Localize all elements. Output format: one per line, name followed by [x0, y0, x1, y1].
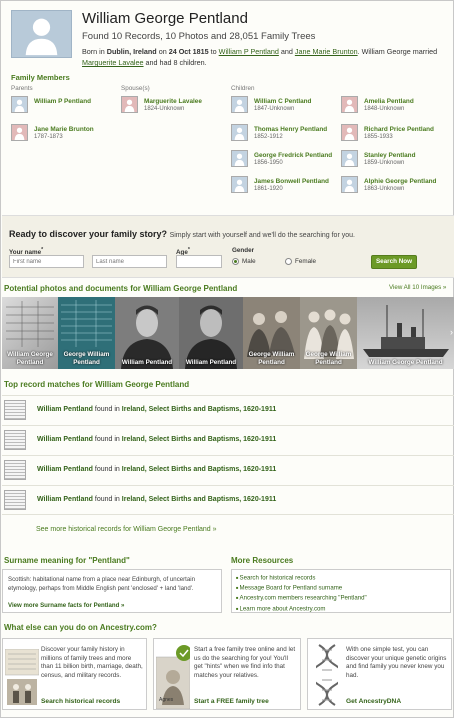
child-item[interactable]: William C Pentland 1847-Unknown [231, 96, 336, 116]
record-row[interactable]: William Pentland found in Ireland, Selec… [2, 395, 454, 425]
record-row[interactable]: William Pentland found in Ireland, Selec… [2, 425, 454, 455]
male-silhouette-icon [231, 96, 248, 113]
male-silhouette-icon [231, 176, 248, 193]
photo-thumbnail[interactable]: William Pentland [179, 297, 243, 369]
surname-meaning-text: Scottish: habitational name from a place… [8, 576, 195, 592]
photos-title: Potential photos and documents for Willi… [4, 284, 238, 293]
parents-header: Parents [11, 85, 33, 92]
get-ancestrydna-link[interactable]: Get AncestryDNA [346, 698, 401, 705]
record-row[interactable]: William Pentland found in Ireland, Selec… [2, 455, 454, 485]
male-silhouette-icon [341, 150, 358, 167]
female-silhouette-icon [121, 96, 138, 113]
age-input[interactable] [176, 255, 222, 268]
records-title: Top record matches for William George Pe… [4, 380, 190, 389]
female-radio[interactable] [285, 258, 292, 265]
photo-thumbnail[interactable]: William George Pentland [2, 297, 58, 369]
parent-father[interactable]: William P Pentland [11, 96, 116, 116]
male-radio[interactable] [232, 258, 239, 265]
female-label: Female [295, 258, 316, 265]
discover-title: Ready to discover your family story? Sim… [9, 229, 355, 239]
mother-link[interactable]: Jane Marie Brunton [295, 47, 358, 56]
children-header: Children [231, 85, 255, 92]
photo-thumbnail[interactable]: William George Pentland › [357, 297, 454, 369]
gender-label: Gender [232, 247, 255, 254]
child-item[interactable]: Amelia Pentland 1848-Unknown [341, 96, 446, 116]
photo-thumbnail[interactable]: William Pentland [115, 297, 179, 369]
spouse-link[interactable]: Marguerite Lavalee [82, 58, 144, 67]
male-silhouette-icon [11, 96, 28, 113]
family-tree-card: Agnes Start a free family tree online an… [153, 638, 301, 710]
father-link[interactable]: William P Pentland [219, 47, 279, 56]
svg-text:Agnes: Agnes [159, 697, 174, 703]
what-else-title: What else can you do on Ancestry.com? [4, 623, 157, 632]
person-description: Born in Dublin, Ireland on 24 Oct 1815 t… [82, 47, 438, 67]
records-card: Discover your family history in millions… [2, 638, 147, 710]
view-all-images-link[interactable]: View All 10 Images » [389, 284, 446, 291]
photo-thumbnail[interactable]: George William Pentland [243, 297, 300, 369]
female-silhouette-icon [11, 124, 28, 141]
male-label: Male [242, 258, 256, 265]
spouse-item[interactable]: Marguerite Lavalee 1824-Unknown [121, 96, 226, 116]
first-name-input[interactable] [9, 255, 84, 268]
see-more-records-link[interactable]: See more historical records for William … [36, 526, 217, 533]
record-document-icon [4, 460, 26, 480]
birthplace: Dublin, Ireland [106, 47, 157, 56]
dna-card: With one simple test, you can discover y… [307, 638, 452, 710]
person-name: William George Pentland [82, 10, 248, 27]
resources-box: Search for historical records Message Bo… [231, 569, 451, 613]
profile-avatar [11, 10, 72, 58]
male-silhouette-icon [231, 124, 248, 141]
family-members-title: Family Members [11, 73, 70, 82]
person-summary: Found 10 Records, 10 Photos and 28,051 F… [82, 31, 316, 42]
family-tree-illustration: Agnes [156, 645, 190, 709]
resource-link[interactable]: Search for historical records [236, 573, 367, 583]
child-item[interactable]: George Fredrick Pentland 1856-1950 [231, 150, 336, 170]
male-silhouette-icon [341, 176, 358, 193]
spouses-header: Spouse(s) [121, 85, 150, 92]
surname-box: Scottish: habitational name from a place… [2, 569, 222, 613]
start-family-tree-link[interactable]: Start a FREE family tree [194, 698, 269, 705]
parent-mother[interactable]: Jane Marie Brunton 1787-1873 [11, 124, 116, 144]
record-row[interactable]: William Pentland found in Ireland, Selec… [2, 485, 454, 515]
child-item[interactable]: Alphie George Pentland 1863-Unknown [341, 176, 446, 196]
view-more-surname-link[interactable]: View more Surname facts for Pentland » [8, 602, 124, 609]
female-silhouette-icon [341, 96, 358, 113]
resource-link[interactable]: Message Board for Pentland surname [236, 583, 367, 593]
record-document-icon [4, 400, 26, 420]
discover-panel: Ready to discover your family story? Sim… [2, 215, 454, 278]
male-silhouette-icon [231, 150, 248, 167]
female-silhouette-icon [341, 124, 358, 141]
resources-title: More Resources [231, 556, 294, 565]
silhouette-icon [25, 18, 58, 56]
records-illustration [5, 649, 39, 705]
dna-helix-icon [316, 644, 338, 706]
search-now-button[interactable]: Search Now [371, 255, 417, 269]
photo-thumbnail[interactable]: George William Pentland [58, 297, 115, 369]
record-document-icon [4, 430, 26, 450]
page: William George Pentland Found 10 Records… [0, 0, 454, 718]
child-item[interactable]: James Bonwell Pentland 1861-1920 [231, 176, 336, 196]
photo-thumbnail[interactable]: George William Pentland [300, 297, 357, 369]
last-name-input[interactable] [92, 255, 167, 268]
surname-title: Surname meaning for "Pentland" [4, 556, 130, 565]
child-item[interactable]: Thomas Henry Pentland 1852-1912 [231, 124, 336, 144]
search-records-link[interactable]: Search historical records [41, 698, 120, 705]
record-document-icon [4, 490, 26, 510]
next-arrow-icon[interactable]: › [450, 327, 453, 337]
resource-link[interactable]: Ancestry.com members researching "Pentla… [236, 593, 367, 603]
resource-link[interactable]: Learn more about Ancestry.com [236, 604, 367, 614]
child-item[interactable]: Richard Price Pentland 1855-1933 [341, 124, 446, 144]
child-item[interactable]: Stanley Pentland 1859-Unknown [341, 150, 446, 170]
birthdate: 24 Oct 1815 [168, 47, 209, 56]
